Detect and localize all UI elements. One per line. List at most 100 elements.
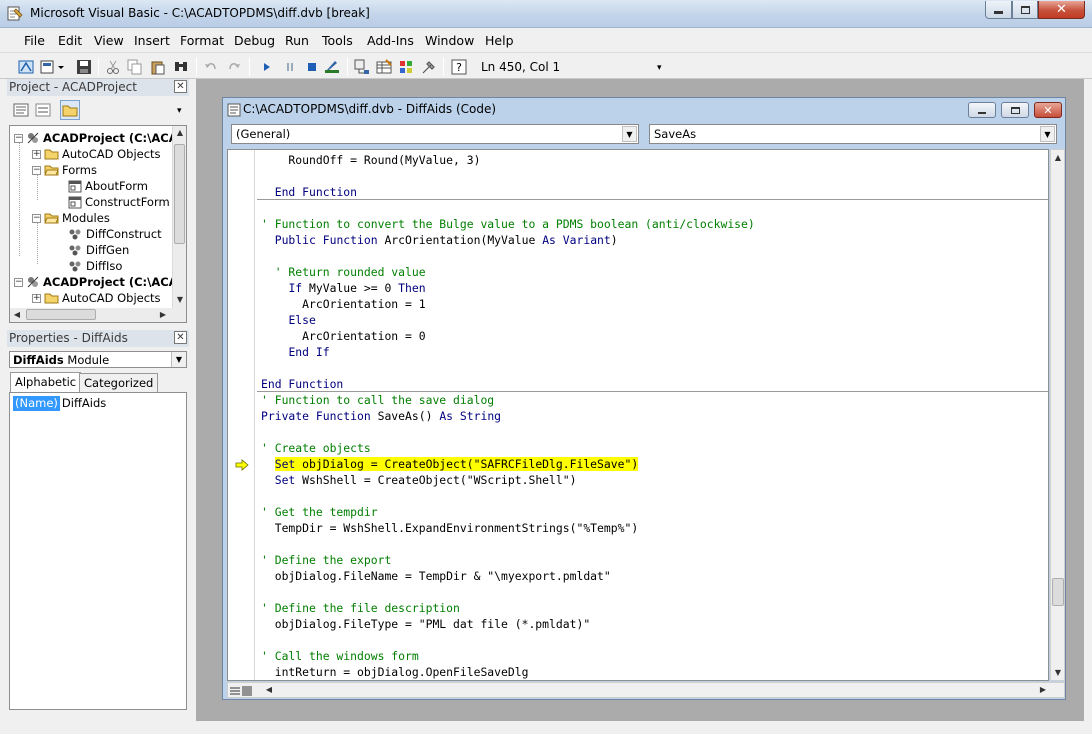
toolbar-overflow-chevron-icon[interactable]: ▾ [657, 63, 662, 73]
code-window-restore-button[interactable] [1001, 102, 1029, 118]
paste-icon[interactable] [149, 58, 167, 76]
code-line[interactable]: objDialog.FileName = TempDir & "\myexpor… [261, 568, 611, 584]
menu-edit[interactable]: Edit [58, 33, 82, 48]
code-line[interactable]: ' Define the export [261, 552, 391, 568]
code-line[interactable]: If MyValue >= 0 Then [261, 280, 425, 296]
tab-categorized[interactable]: Categorized [79, 373, 159, 392]
code-line[interactable]: ' Function to call the save dialog [261, 392, 494, 408]
tree-item-diffconstruct[interactable]: DiffConstruct [68, 226, 162, 242]
menu-run[interactable]: Run [285, 33, 309, 48]
tab-alphabetic[interactable]: Alphabetic [10, 372, 82, 392]
code-line[interactable]: End Function [261, 184, 357, 200]
menu-view[interactable]: View [94, 33, 124, 48]
visual-basic-app-icon[interactable] [7, 5, 24, 22]
code-line[interactable]: objDialog.FileType = "PML dat file (*.pm… [261, 616, 590, 632]
help-icon[interactable]: ? [450, 58, 468, 76]
code-line[interactable]: ' Define the file description [261, 600, 460, 616]
menu-add-ins[interactable]: Add-Ins [367, 33, 414, 48]
redo-icon[interactable] [225, 58, 243, 76]
code-vertical-scrollbar[interactable]: ▲ ▼ [1050, 149, 1065, 681]
project-pane-close-button[interactable]: ✕ [174, 80, 187, 93]
minimize-button[interactable] [985, 1, 1012, 19]
menu-insert[interactable]: Insert [134, 33, 170, 48]
full-module-view-icon[interactable] [242, 685, 252, 696]
tree-item-aboutform[interactable]: AboutForm [68, 178, 148, 194]
tree-item-constructform[interactable]: ConstructForm [68, 194, 170, 210]
scroll-down-icon[interactable]: ▼ [1051, 666, 1065, 680]
object-combo[interactable]: (General) ▼ [231, 124, 639, 144]
save-icon[interactable] [75, 58, 93, 76]
code-line[interactable]: End Function [261, 376, 343, 392]
run-icon[interactable] [258, 58, 276, 76]
break-icon[interactable] [281, 58, 299, 76]
property-value[interactable]: DiffAids [60, 396, 106, 411]
code-line[interactable]: ' Call the windows form [261, 648, 419, 664]
scroll-up-icon[interactable]: ▲ [173, 126, 186, 140]
code-line[interactable]: ArcOrientation = 0 [261, 328, 425, 344]
code-text[interactable]: RoundOff = Round(MyValue, 3) End Functio… [228, 150, 1048, 680]
code-line[interactable]: Public Function ArcOrientation(MyValue A… [261, 232, 618, 248]
chevron-down-icon[interactable]: ▼ [1040, 126, 1055, 142]
chevron-down-icon[interactable]: ▼ [171, 352, 186, 367]
code-window-icon[interactable] [227, 103, 241, 117]
menu-file[interactable]: File [24, 33, 45, 48]
copy-icon[interactable] [126, 58, 144, 76]
collapse-toggle[interactable]: − [14, 133, 23, 143]
close-button[interactable]: ✕ [1038, 1, 1085, 19]
expand-toggle[interactable]: + [32, 293, 41, 303]
cut-icon[interactable] [104, 58, 122, 76]
tree-item-autocad-objects-2[interactable]: + AutoCAD Objects [32, 290, 161, 306]
object-browser-icon[interactable] [397, 58, 415, 76]
insert-module-icon[interactable] [38, 58, 68, 76]
object-selector[interactable]: DiffAids Module ▼ [9, 351, 187, 368]
tree-item-forms[interactable]: − Forms [32, 162, 97, 178]
current-statement-line[interactable]: Set objDialog = CreateObject("SAFRCFileD… [261, 456, 639, 472]
code-line[interactable]: ' Create objects [261, 440, 371, 456]
find-icon[interactable] [172, 58, 190, 76]
code-line[interactable]: ' Get the tempdir [261, 504, 378, 520]
code-line[interactable]: TempDir = WshShell.ExpandEnvironmentStri… [261, 520, 638, 536]
project-tree-horizontal-scrollbar[interactable]: ◀ ▶ [10, 308, 186, 322]
reset-icon[interactable] [303, 58, 321, 76]
scroll-up-icon[interactable]: ▲ [1051, 151, 1065, 165]
design-mode-icon[interactable] [323, 58, 341, 76]
code-line[interactable]: Set WshShell = CreateObject("WScript.She… [261, 472, 577, 488]
expand-toggle[interactable]: + [32, 149, 41, 159]
tree-item-autocad-objects[interactable]: + AutoCAD Objects [32, 146, 161, 162]
collapse-toggle[interactable]: − [14, 277, 23, 287]
code-line[interactable]: ' Function to convert the Bulge value to… [261, 216, 755, 232]
scroll-right-icon[interactable]: ▶ [156, 308, 170, 322]
undo-icon[interactable] [202, 58, 220, 76]
procedure-combo[interactable]: SaveAs ▼ [649, 124, 1057, 144]
code-window-minimize-button[interactable] [968, 102, 996, 118]
toolbox-icon[interactable] [420, 58, 438, 76]
code-line[interactable]: Else [261, 312, 315, 328]
code-line[interactable]: ArcOrientation = 1 [261, 296, 425, 312]
procedure-view-icon[interactable] [230, 685, 240, 695]
collapse-toggle[interactable]: − [32, 213, 41, 223]
code-line[interactable]: Private Function SaveAs() As String [261, 408, 501, 424]
tree-item-acadproject-2[interactable]: − ACADProject (C:\ACA [14, 274, 178, 290]
code-line[interactable]: intReturn = objDialog.OpenFileSaveDlg [261, 664, 529, 680]
property-row[interactable]: (Name) DiffAids [13, 396, 106, 411]
code-line[interactable]: ' Return rounded value [261, 264, 426, 280]
code-window-close-button[interactable]: ✕ [1034, 102, 1062, 118]
view-code-icon[interactable] [11, 100, 31, 120]
code-editor[interactable]: RoundOff = Round(MyValue, 3) End Functio… [227, 149, 1049, 681]
view-acad-icon[interactable] [17, 58, 35, 76]
tree-item-modules[interactable]: − Modules [32, 210, 110, 226]
scroll-down-icon[interactable]: ▼ [173, 293, 186, 307]
collapse-toggle[interactable]: − [32, 165, 41, 175]
toggle-folders-icon[interactable] [60, 100, 80, 120]
restore-button[interactable] [1012, 1, 1038, 19]
scroll-thumb[interactable] [26, 309, 96, 320]
menu-debug[interactable]: Debug [234, 33, 275, 48]
properties-pane-close-button[interactable]: ✕ [174, 331, 187, 344]
scroll-right-icon[interactable]: ▶ [1036, 683, 1050, 697]
project-tree-vertical-scrollbar[interactable]: ▲ ▼ [172, 126, 186, 308]
project-toolbar-chevron-icon[interactable]: ▾ [177, 106, 182, 116]
menu-format[interactable]: Format [180, 33, 224, 48]
menu-window[interactable]: Window [425, 33, 474, 48]
properties-window-icon[interactable] [375, 58, 393, 76]
code-line[interactable]: RoundOff = Round(MyValue, 3) [261, 152, 480, 168]
